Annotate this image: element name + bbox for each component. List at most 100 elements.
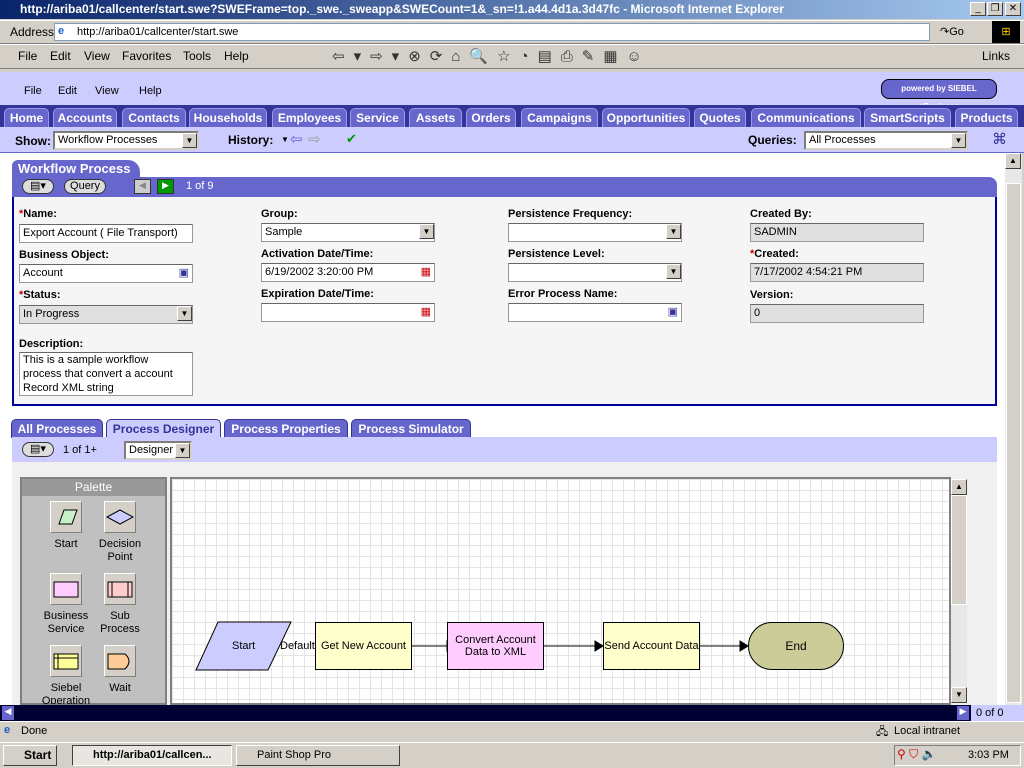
persistence-frequency-select[interactable]: ▼ — [508, 223, 682, 242]
subtab-process-designer[interactable]: Process Designer — [106, 419, 221, 438]
forward-arrow-icon[interactable]: ⇨ — [308, 130, 321, 148]
scroll-up-button[interactable]: ▲ — [1005, 153, 1021, 169]
maximize-button[interactable]: ❐ — [987, 2, 1003, 16]
error-process-field[interactable]: ▣ — [508, 303, 682, 322]
tab-quotes[interactable]: Quotes — [694, 108, 746, 127]
close-button[interactable]: ✕ — [1005, 2, 1021, 16]
tab-households[interactable]: Households — [189, 108, 267, 127]
end-node[interactable]: End — [748, 622, 844, 670]
tab-products[interactable]: Products — [955, 108, 1018, 127]
history-button[interactable]: History: — [228, 133, 273, 147]
tab-orders[interactable]: Orders — [466, 108, 516, 127]
binoculars-icon[interactable]: ⌘ — [992, 130, 1007, 148]
show-select[interactable]: Workflow Processes▼ — [53, 131, 199, 150]
scroll-down-button[interactable]: ▼ — [951, 687, 967, 703]
connectors — [170, 477, 951, 705]
chevron-down-icon: ▼ — [951, 133, 966, 148]
view-select[interactable]: Designer▼ — [124, 441, 192, 460]
activation-field[interactable]: 6/19/2002 3:20:00 PM▦ — [261, 263, 435, 282]
calendar-icon[interactable]: ▦ — [421, 304, 431, 321]
pick-icon[interactable]: ▣ — [668, 304, 678, 321]
tab-accounts[interactable]: Accounts — [53, 108, 117, 127]
subtab-process-properties[interactable]: Process Properties — [224, 419, 348, 438]
taskbar-item-paint-shop-pro[interactable]: Paint Shop Pro — [236, 745, 400, 766]
previous-record-button[interactable]: ◀ — [134, 179, 151, 194]
query-button[interactable]: Query — [64, 179, 106, 194]
tab-smartscripts[interactable]: SmartScripts — [864, 108, 951, 127]
status-select[interactable]: In Progress▼ — [19, 305, 193, 324]
start-button[interactable]: Start — [3, 745, 57, 766]
palette-start-icon[interactable] — [50, 501, 82, 533]
name-field[interactable]: Export Account ( File Transport) — [19, 224, 193, 243]
scroll-right-button[interactable]: ▶ — [957, 706, 969, 720]
tab-opportunities[interactable]: Opportunities — [602, 108, 690, 127]
tab-contacts[interactable]: Contacts — [122, 108, 186, 127]
persistence-level-select[interactable]: ▼ — [508, 263, 682, 282]
business-object-field[interactable]: Account▣ — [19, 264, 193, 283]
taskbar-item-ie[interactable]: http://ariba01/callcen... — [72, 745, 232, 766]
next-record-button[interactable]: ▶ — [157, 179, 174, 194]
description-textarea[interactable]: This is a sample workflow process that c… — [19, 352, 193, 396]
app-menu-edit[interactable]: Edit — [58, 85, 77, 97]
menu-button[interactable]: ▤▾ — [22, 179, 54, 194]
ie-menu-tools[interactable]: Tools — [183, 49, 211, 63]
send-account-data-node[interactable]: Send Account Data — [603, 622, 700, 670]
version-field: 0 — [750, 304, 924, 323]
start-node-label[interactable]: Start — [232, 640, 255, 652]
pick-icon[interactable]: ▣ — [179, 265, 189, 282]
expiration-field[interactable]: ▦ — [261, 303, 435, 322]
subtab-process-simulator[interactable]: Process Simulator — [351, 419, 471, 438]
persistence-level-label: Persistence Level: — [508, 248, 605, 260]
get-new-account-node[interactable]: Get New Account — [315, 622, 412, 670]
vertical-scrollbar[interactable]: ▲ — [1005, 153, 1022, 705]
persistence-frequency-label: Persistence Frequency: — [508, 208, 632, 220]
calendar-icon[interactable]: ▦ — [421, 264, 431, 281]
menu-button[interactable]: ▤▾ — [22, 442, 54, 457]
chevron-down-icon: ▼ — [666, 224, 681, 239]
tab-assets[interactable]: Assets — [409, 108, 462, 127]
ie-menu-file[interactable]: File — [18, 49, 37, 63]
palette-decision-icon[interactable] — [104, 501, 136, 533]
group-select[interactable]: Sample▼ — [261, 223, 435, 242]
ie-menu-help[interactable]: Help — [224, 49, 249, 63]
default-connector-label: Default — [280, 640, 315, 652]
ie-toolbar-icons[interactable]: ⇦▾⇨▾⊗⟳⌂🔍☆◔▤⎙✎▦☺ — [332, 47, 651, 65]
palette-subprocess-icon[interactable] — [104, 573, 136, 605]
scroll-thumb[interactable] — [951, 495, 967, 605]
app-menu-view[interactable]: View — [95, 85, 119, 97]
tab-service[interactable]: Service — [350, 108, 405, 127]
chevron-down-icon: ▼ — [182, 133, 197, 148]
app-menu-file[interactable]: File — [24, 85, 42, 97]
convert-account-node[interactable]: Convert Account Data to XML — [447, 622, 544, 670]
status-label: *Status: — [19, 289, 61, 301]
horizontal-scrollbar[interactable]: ◀ ▶ 0 of 0 — [0, 705, 1024, 721]
go-button[interactable]: ↷Go — [940, 23, 980, 41]
links-label[interactable]: Links — [982, 49, 1010, 63]
tab-employees[interactable]: Employees — [272, 108, 347, 127]
canvas-vertical-scrollbar[interactable]: ▲ ▼ — [951, 479, 967, 703]
palette-siebel-operation-icon[interactable] — [50, 645, 82, 677]
ie-menu-view[interactable]: View — [84, 49, 110, 63]
tab-communications[interactable]: Communications — [751, 108, 861, 127]
tab-campaigns[interactable]: Campaigns — [521, 108, 598, 127]
ie-menu-favorites[interactable]: Favorites — [122, 49, 171, 63]
checklist-icon[interactable]: ✔ — [346, 131, 357, 147]
palette-business-service-icon[interactable] — [50, 573, 82, 605]
palette-business-service-label: Business Service — [36, 610, 96, 636]
scroll-left-button[interactable]: ◀ — [2, 706, 14, 720]
record-count: 1 of 9 — [186, 180, 214, 192]
subtab-all-processes[interactable]: All Processes — [11, 419, 103, 438]
ie-menu-edit[interactable]: Edit — [50, 49, 71, 63]
scroll-thumb[interactable] — [1006, 183, 1021, 703]
app-menu-help[interactable]: Help — [139, 85, 162, 97]
chevron-down-icon: ▼ — [177, 306, 192, 321]
tray-icons[interactable]: ⚲ ⛉ 🔈 — [897, 747, 936, 762]
tab-home[interactable]: Home — [4, 108, 49, 127]
queries-select[interactable]: All Processes▼ — [804, 131, 968, 150]
scroll-up-button[interactable]: ▲ — [951, 479, 967, 495]
palette-wait-icon[interactable] — [104, 645, 136, 677]
palette-title: Palette — [22, 479, 165, 496]
minimize-button[interactable]: _ — [970, 2, 986, 16]
back-arrow-icon[interactable]: ⇦ — [290, 130, 303, 148]
address-input[interactable]: http://ariba01/callcenter/start.swe — [54, 23, 930, 41]
